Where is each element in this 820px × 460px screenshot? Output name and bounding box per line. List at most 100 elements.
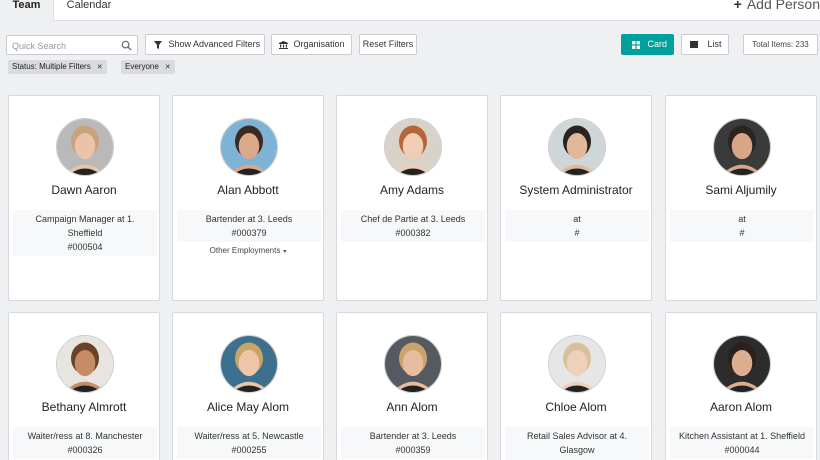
job-line: Waiter/ress at 8. Manchester: [27, 431, 143, 441]
job-location: Glasgow: [559, 445, 595, 455]
search-icon[interactable]: [121, 40, 132, 51]
bank-icon: [279, 40, 288, 49]
remove-filter-icon[interactable]: ✕: [165, 64, 171, 71]
portrait-image: [221, 119, 277, 175]
employee-card[interactable]: System Administrator at #: [500, 95, 652, 301]
portrait-image: [385, 119, 441, 175]
employee-job: Retail Sales Advisor at 4.Glasgow#000170: [505, 427, 649, 460]
job-line: Bartender at 3. Leeds: [369, 431, 457, 441]
employee-name[interactable]: Alan Abbott: [173, 183, 323, 197]
tab-team-label: Team: [12, 0, 41, 11]
card-view-button[interactable]: Card: [621, 34, 674, 55]
employee-job: Bartender at 3. Leeds #000359: [341, 427, 485, 459]
employee-name[interactable]: Sami Aljumily: [666, 183, 816, 197]
list-view-button[interactable]: List: [681, 34, 729, 55]
filter-icon: [154, 40, 162, 49]
avatar: [220, 118, 278, 176]
portrait-image: [549, 336, 605, 392]
employee-card[interactable]: Dawn Aaron Campaign Manager at 1. Sheffie…: [8, 95, 160, 301]
employee-job: at #: [670, 210, 814, 242]
filter-chip-label: Status: Multiple Filters: [12, 62, 91, 71]
organisation-button[interactable]: Organisation: [271, 34, 352, 55]
filter-chip-everyone: Everyone ✕: [121, 60, 175, 74]
avatar: [548, 335, 606, 393]
filter-chip-status: Status: Multiple Filters ✕: [8, 60, 107, 74]
grid-icon: [632, 40, 640, 49]
tab-calendar[interactable]: Calendar: [56, 0, 122, 21]
employee-card[interactable]: Amy Adams Chef de Partie at 3. Leeds #000…: [336, 95, 488, 301]
employee-card[interactable]: Alice May Alom Waiter/ress at 5. Newcast…: [172, 312, 324, 460]
avatar: [713, 118, 771, 176]
avatar: [713, 335, 771, 393]
employee-name[interactable]: System Administrator: [501, 183, 651, 197]
avatar: [56, 118, 114, 176]
employee-job: Campaign Manager at 1. Sheffield #000504: [13, 210, 157, 256]
job-location: Sheffield: [67, 228, 103, 238]
avatar: [220, 335, 278, 393]
portrait-image: [57, 119, 113, 175]
quick-search[interactable]: [6, 35, 138, 55]
employee-id: #: [574, 228, 580, 238]
job-line: at: [738, 214, 746, 224]
job-line: Bartender at 3. Leeds: [205, 214, 293, 224]
employee-id: #000359: [395, 445, 431, 455]
employee-id: #000255: [231, 445, 267, 455]
job-line: Chef de Partie at 3. Leeds: [360, 214, 466, 224]
employee-id: #000326: [67, 445, 103, 455]
employee-name[interactable]: Bethany Almrott: [9, 400, 159, 414]
tab-calendar-label: Calendar: [66, 0, 112, 11]
add-person-label: Add Person: [746, 0, 820, 12]
total-items-label: Total Items: 233: [752, 40, 809, 49]
other-employments-label: Other Employments: [209, 246, 281, 255]
employee-id: #: [739, 228, 745, 238]
portrait-image: [549, 119, 605, 175]
plus-icon: +: [733, 0, 742, 12]
employee-id: #000044: [724, 445, 760, 455]
employee-name[interactable]: Alice May Alom: [173, 400, 323, 414]
other-employments-dropdown[interactable]: Other Employments ▾: [173, 246, 323, 255]
organisation-label: Organisation: [293, 39, 345, 49]
employee-id: #000379: [231, 228, 267, 238]
portrait-image: [714, 119, 770, 175]
portrait-image: [714, 336, 770, 392]
remove-filter-icon[interactable]: ✕: [97, 64, 103, 71]
tab-team[interactable]: Team: [0, 0, 54, 21]
employee-job: Waiter/ress at 5. Newcastle #000255: [177, 427, 321, 459]
employee-job: Chef de Partie at 3. Leeds #000382: [341, 210, 485, 242]
employee-name[interactable]: Chloe Alom: [501, 400, 651, 414]
search-input[interactable]: [12, 40, 120, 52]
list-icon: [690, 41, 698, 49]
employee-id: #000504: [67, 242, 103, 252]
employee-name[interactable]: Aaron Alom: [666, 400, 816, 414]
employee-job: Bartender at 3. Leeds #000379: [177, 210, 321, 242]
employee-job: Waiter/ress at 8. Manchester #000326: [13, 427, 157, 459]
job-line: at: [573, 214, 581, 224]
employee-name[interactable]: Dawn Aaron: [9, 183, 159, 197]
employee-card[interactable]: Chloe Alom Retail Sales Advisor at 4. Gla…: [500, 312, 652, 460]
caret-down-icon: ▾: [283, 249, 287, 255]
show-advanced-filters-button[interactable]: Show Advanced Filters: [145, 34, 265, 55]
avatar: [384, 118, 442, 176]
employee-name[interactable]: Amy Adams: [337, 183, 487, 197]
add-person-button[interactable]: + Add Person: [734, 0, 820, 12]
reset-filters-button[interactable]: Reset Filters: [359, 34, 417, 55]
employee-job: Kitchen Assistant at 1. Sheffield #000044: [670, 427, 814, 459]
employee-id: #000382: [395, 228, 431, 238]
portrait-image: [385, 336, 441, 392]
employee-card[interactable]: Ann Alom Bartender at 3. Leeds #000359: [336, 312, 488, 460]
employee-card[interactable]: Sami Aljumily at #: [665, 95, 817, 301]
filter-chip-label: Everyone: [125, 62, 159, 71]
list-view-label: List: [707, 39, 722, 49]
job-line: Waiter/ress at 5. Newcastle: [194, 431, 304, 441]
avatar: [384, 335, 442, 393]
avatar: [56, 335, 114, 393]
card-view-label: Card: [647, 39, 668, 49]
reset-filters-label: Reset Filters: [362, 39, 414, 49]
portrait-image: [221, 336, 277, 392]
employee-card[interactable]: Aaron Alom Kitchen Assistant at 1. Sheff…: [665, 312, 817, 460]
top-bar: Team Calendar: [0, 0, 820, 21]
employee-card[interactable]: Bethany Almrott Waiter/ress at 8. Manche…: [8, 312, 160, 460]
total-items: Total Items: 233: [743, 34, 818, 55]
employee-card[interactable]: Alan Abbott Bartender at 3. Leeds #000379…: [172, 95, 324, 301]
employee-name[interactable]: Ann Alom: [337, 400, 487, 414]
